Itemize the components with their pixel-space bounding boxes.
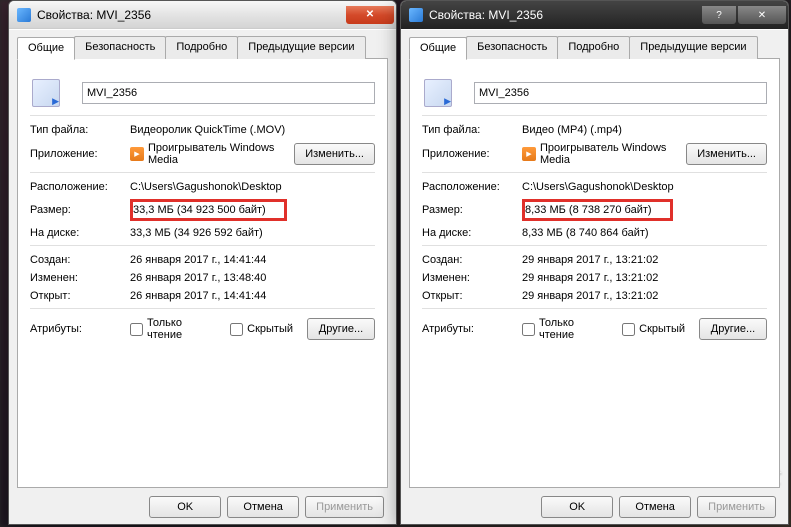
size-value: 8,33 МБ (8 738 270 байт) (522, 199, 673, 221)
dialog-footer: OK Отмена Применить (17, 488, 388, 520)
modified-value: 26 января 2017 г., 13:48:40 (130, 272, 375, 284)
video-file-icon (422, 77, 454, 109)
modified-label: Изменен: (30, 272, 130, 284)
readonly-label: Только чтение (539, 317, 608, 341)
modified-label: Изменен: (422, 272, 522, 284)
window-title: Свойства: MVI_2356 (429, 8, 700, 22)
apply-button[interactable]: Применить (305, 496, 384, 518)
tab-details[interactable]: Подробно (557, 36, 630, 59)
filename-input[interactable]: MVI_2356 (82, 82, 375, 104)
disk-value: 33,3 МБ (34 926 592 байт) (130, 227, 375, 239)
readonly-checkbox-input[interactable] (130, 323, 143, 336)
video-file-icon (30, 77, 62, 109)
location-value: C:\Users\Gagushonok\Desktop (130, 181, 375, 193)
wmp-icon (130, 147, 144, 161)
other-attrs-button[interactable]: Другие... (307, 318, 375, 340)
app-value: Проигрыватель Windows Media (148, 142, 294, 166)
tab-body: MVI_2356 Тип файла: Видео (MP4) (.mp4) П… (409, 58, 780, 488)
hidden-checkbox[interactable]: Скрытый (622, 323, 685, 336)
created-value: 26 января 2017 г., 14:41:44 (130, 254, 375, 266)
ok-button[interactable]: OK (149, 496, 221, 518)
app-value: Проигрыватель Windows Media (540, 142, 686, 166)
hidden-checkbox-input[interactable] (622, 323, 635, 336)
wmp-icon (522, 147, 536, 161)
change-app-button[interactable]: Изменить... (686, 143, 767, 165)
readonly-checkbox[interactable]: Только чтение (130, 317, 216, 341)
filetype-value: Видеоролик QuickTime (.MOV) (130, 124, 375, 136)
cancel-button[interactable]: Отмена (619, 496, 691, 518)
disk-label: На диске: (422, 227, 522, 239)
cancel-button[interactable]: Отмена (227, 496, 299, 518)
disk-label: На диске: (30, 227, 130, 239)
tab-general[interactable]: Общие (409, 37, 467, 60)
hidden-checkbox-input[interactable] (230, 323, 243, 336)
location-label: Расположение: (30, 181, 130, 193)
opened-value: 29 января 2017 г., 13:21:02 (522, 290, 767, 302)
change-app-button[interactable]: Изменить... (294, 143, 375, 165)
close-button[interactable] (738, 6, 786, 24)
properties-window-right: Свойства: MVI_2356 Общие Безопасность По… (400, 0, 789, 525)
other-attrs-button[interactable]: Другие... (699, 318, 767, 340)
size-value: 33,3 МБ (34 923 500 байт) (130, 199, 287, 221)
tab-previous-versions[interactable]: Предыдущие версии (629, 36, 757, 59)
location-value: C:\Users\Gagushonok\Desktop (522, 181, 767, 193)
properties-window-left: Свойства: MVI_2356 Общие Безопасность По… (8, 0, 397, 525)
location-label: Расположение: (422, 181, 522, 193)
tab-previous-versions[interactable]: Предыдущие версии (237, 36, 365, 59)
created-label: Создан: (422, 254, 522, 266)
created-label: Создан: (30, 254, 130, 266)
titlebar[interactable]: Свойства: MVI_2356 (401, 1, 788, 29)
size-label: Размер: (30, 204, 130, 216)
created-value: 29 января 2017 г., 13:21:02 (522, 254, 767, 266)
filetype-label: Тип файла: (30, 124, 130, 136)
app-label: Приложение: (30, 148, 130, 160)
tab-security[interactable]: Безопасность (466, 36, 558, 59)
tab-general[interactable]: Общие (17, 37, 75, 60)
close-button[interactable] (346, 6, 394, 24)
modified-value: 29 января 2017 г., 13:21:02 (522, 272, 767, 284)
ok-button[interactable]: OK (541, 496, 613, 518)
attrs-label: Атрибуты: (422, 323, 522, 335)
hidden-label: Скрытый (639, 323, 685, 335)
titlebar[interactable]: Свойства: MVI_2356 (9, 1, 396, 29)
tab-details[interactable]: Подробно (165, 36, 238, 59)
opened-label: Открыт: (422, 290, 522, 302)
tabstrip: Общие Безопасность Подробно Предыдущие в… (409, 36, 780, 59)
help-button[interactable] (702, 6, 736, 24)
tab-body: MVI_2356 Тип файла: Видеоролик QuickTime… (17, 58, 388, 488)
window-icon (17, 8, 31, 22)
tabstrip: Общие Безопасность Подробно Предыдущие в… (17, 36, 388, 59)
attrs-label: Атрибуты: (30, 323, 130, 335)
filetype-value: Видео (MP4) (.mp4) (522, 124, 767, 136)
opened-label: Открыт: (30, 290, 130, 302)
readonly-checkbox-input[interactable] (522, 323, 535, 336)
opened-value: 26 января 2017 г., 14:41:44 (130, 290, 375, 302)
hidden-label: Скрытый (247, 323, 293, 335)
size-label: Размер: (422, 204, 522, 216)
hidden-checkbox[interactable]: Скрытый (230, 323, 293, 336)
readonly-checkbox[interactable]: Только чтение (522, 317, 608, 341)
disk-value: 8,33 МБ (8 740 864 байт) (522, 227, 767, 239)
window-icon (409, 8, 423, 22)
dialog-footer: OK Отмена Применить (409, 488, 780, 520)
readonly-label: Только чтение (147, 317, 216, 341)
filename-input[interactable]: MVI_2356 (474, 82, 767, 104)
app-label: Приложение: (422, 148, 522, 160)
window-title: Свойства: MVI_2356 (37, 8, 344, 22)
tab-security[interactable]: Безопасность (74, 36, 166, 59)
filetype-label: Тип файла: (422, 124, 522, 136)
apply-button[interactable]: Применить (697, 496, 776, 518)
